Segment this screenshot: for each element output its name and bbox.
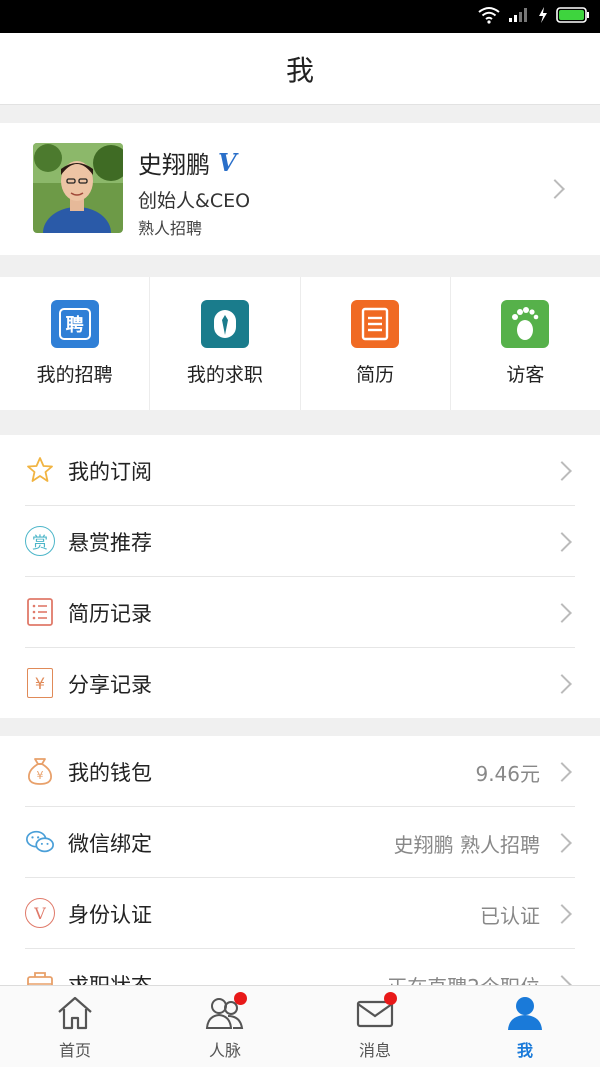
notification-badge: [384, 992, 397, 1005]
tab-messages[interactable]: 消息: [300, 986, 450, 1067]
menu-item-job-status[interactable]: 求职状态 正在直聘2个职位: [25, 949, 575, 985]
home-icon: [58, 996, 92, 1030]
quick-action-label: 我的求职: [186, 364, 263, 386]
list-icon: [25, 597, 55, 627]
tab-label: 消息: [358, 1041, 391, 1060]
wechat-icon: [25, 827, 55, 857]
tab-label: 人脉: [208, 1041, 241, 1060]
job-search-icon: [200, 300, 249, 348]
wechat-binding-value: 史翔鹏 熟人招聘: [393, 833, 540, 857]
menu-item-label: 微信绑定: [68, 832, 152, 856]
job-status-value: 正在直聘2个职位: [387, 971, 540, 985]
menu-item-share-records[interactable]: ¥ 分享记录: [25, 648, 575, 719]
menu-group-2: ¥ 我的钱包 9.46元 微信绑定 史翔鹏 熟人招聘 V 身份认证 已认证: [0, 736, 600, 985]
menu-item-label: 简历记录: [68, 602, 152, 626]
svg-text:¥: ¥: [37, 769, 44, 782]
battery-icon: [556, 7, 589, 23]
quick-action-label: 访客: [506, 364, 545, 386]
menu-item-label: 分享记录: [68, 673, 152, 697]
menu-item-resume-records[interactable]: 简历记录: [25, 577, 575, 648]
status-bar: [0, 0, 600, 33]
wallet-balance: 9.46元: [475, 762, 540, 786]
charging-icon: [539, 7, 547, 23]
job-status-icon: [25, 969, 55, 985]
chevron-right-icon: [552, 975, 572, 985]
chevron-right-icon: [552, 461, 572, 481]
notification-badge: [234, 992, 247, 1005]
profile-name: 史翔鹏: [138, 151, 210, 179]
wifi-icon: [478, 7, 500, 24]
verification-status: 已认证: [480, 904, 540, 928]
quick-action-label: 我的招聘: [36, 364, 113, 386]
profile-name-row: 史翔鹏 V: [138, 145, 237, 180]
quick-action-visitor[interactable]: 访客: [451, 277, 600, 410]
menu-item-label: 求职状态: [68, 970, 152, 985]
page-title: 我: [285, 53, 314, 87]
quick-action-recruit[interactable]: 聘 我的招聘: [0, 277, 151, 410]
verified-badge: V: [218, 148, 237, 177]
quick-action-resume[interactable]: 简历: [301, 277, 451, 410]
menu-item-label: 我的订阅: [68, 460, 152, 484]
menu-item-subscriptions[interactable]: 我的订阅: [25, 435, 575, 506]
visitor-icon: [501, 300, 550, 348]
tab-bar: 首页 人脉 消息 我: [0, 985, 600, 1067]
menu-group-1: 我的订阅 赏 悬赏推荐 简历记录 ¥ 分享记录: [0, 435, 600, 718]
profile-company: 熟人招聘: [138, 219, 203, 238]
menu-item-label: 我的钱包: [68, 761, 152, 785]
chevron-right-icon: [552, 904, 572, 924]
chevron-right-icon: [552, 532, 572, 552]
content-scroll[interactable]: 史翔鹏 V 创始人&CEO 熟人招聘 聘 我的招聘 我的求职 简历 访客 我的订…: [0, 105, 600, 985]
menu-item-label: 身份认证: [68, 903, 152, 927]
wallet-icon: ¥: [25, 756, 55, 786]
share-record-icon: ¥: [25, 668, 55, 698]
profile-card[interactable]: 史翔鹏 V 创始人&CEO 熟人招聘: [0, 123, 600, 255]
tab-home[interactable]: 首页: [0, 986, 150, 1067]
star-icon: [25, 455, 55, 485]
chevron-right-icon: [552, 833, 572, 853]
chevron-right-icon: [545, 179, 565, 199]
menu-item-label: 悬赏推荐: [68, 531, 152, 555]
verify-icon: V: [25, 898, 55, 928]
quick-action-label: 简历: [356, 364, 395, 386]
profile-title: 创始人&CEO: [138, 190, 251, 212]
profile-icon: [508, 997, 542, 1030]
tab-label: 我: [516, 1041, 533, 1060]
signal-icon: [509, 8, 527, 22]
reward-icon: 赏: [25, 526, 55, 556]
quick-action-job-search[interactable]: 我的求职: [150, 277, 301, 410]
tab-contacts[interactable]: 人脉: [150, 986, 300, 1067]
chevron-right-icon: [552, 603, 572, 623]
menu-item-wallet[interactable]: ¥ 我的钱包 9.46元: [25, 736, 575, 807]
quick-actions: 聘 我的招聘 我的求职 简历 访客: [0, 277, 600, 410]
chevron-right-icon: [552, 762, 572, 782]
resume-icon: [351, 300, 400, 348]
tab-label: 首页: [58, 1041, 91, 1060]
menu-item-identity-verification[interactable]: V 身份认证 已认证: [25, 878, 575, 949]
header: 我: [0, 33, 600, 105]
menu-item-reward-referral[interactable]: 赏 悬赏推荐: [25, 506, 575, 577]
avatar[interactable]: [33, 143, 123, 233]
tab-me[interactable]: 我: [450, 986, 600, 1067]
recruit-icon: 聘: [50, 300, 99, 348]
chevron-right-icon: [552, 674, 572, 694]
menu-item-wechat-binding[interactable]: 微信绑定 史翔鹏 熟人招聘: [25, 807, 575, 878]
